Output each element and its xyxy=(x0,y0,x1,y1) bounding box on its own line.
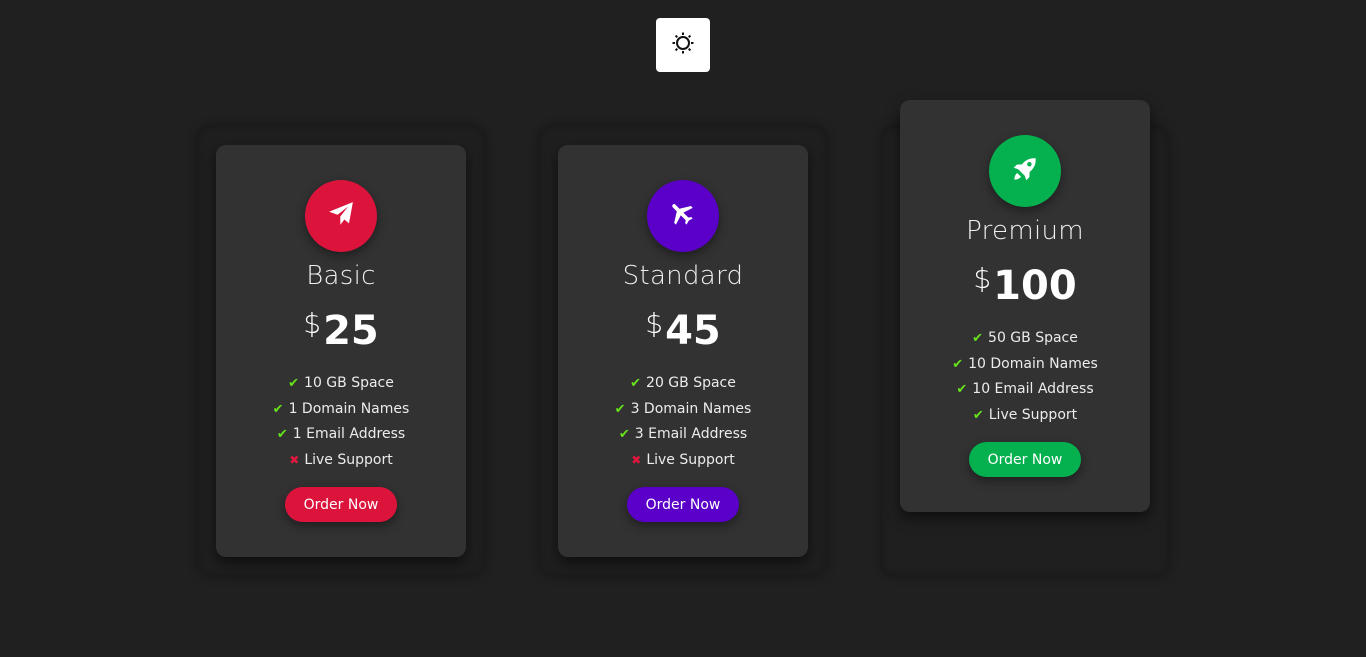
feature-list: ✔ 50 GB Space ✔ 10 Domain Names ✔ 10 Email … xyxy=(900,326,1150,428)
feature-label: 1 Email Address xyxy=(292,426,406,442)
feature-list: ✔ 10 GB Space ✔ 1 Domain Names ✔ 1 Email Ad… xyxy=(216,371,466,473)
check-icon: ✔ xyxy=(956,382,968,397)
plan-price: $ 100 xyxy=(900,258,1150,314)
feature-label: 1 Domain Names xyxy=(288,400,410,417)
feature-item: ✖ Live Support xyxy=(558,448,808,474)
plan-card-standard: Standard $ 45 ✔ 20 GB Space ✔ 3 Domain Nam… xyxy=(558,145,808,557)
feature-list: ✔ 20 GB Space ✔ 3 Domain Names ✔ 3 Email Ad… xyxy=(558,371,808,473)
plan-price: $ 25 xyxy=(216,303,466,359)
feature-item: ✔ 10 Domain Names xyxy=(900,352,1150,378)
feature-item: ✔ 10 Email Address xyxy=(900,377,1150,403)
plan-card-basic: Basic $ 25 ✔ 10 GB Space ✔ 1 Domain Names … xyxy=(216,145,466,557)
feature-label: 3 Email Address xyxy=(634,426,748,442)
paper-plane-icon xyxy=(326,199,356,233)
rocket-icon xyxy=(1010,154,1040,188)
feature-label: 3 Domain Names xyxy=(630,400,752,417)
plan-basic-frame: Basic $ 25 ✔ 10 GB Space ✔ 1 Domain Names … xyxy=(197,126,485,576)
check-icon: ✔ xyxy=(288,376,300,391)
cross-icon: ✖ xyxy=(631,452,642,467)
plan-icon-badge xyxy=(305,180,377,252)
check-icon: ✔ xyxy=(972,331,984,346)
theme-toggle-button[interactable] xyxy=(656,18,710,72)
check-icon: ✔ xyxy=(618,427,630,442)
plan-price: $ 45 xyxy=(558,303,808,359)
plan-icon-badge xyxy=(647,180,719,252)
feature-item: ✖ Live Support xyxy=(216,448,466,474)
order-now-button-standard[interactable]: Order Now xyxy=(627,487,739,522)
feature-item: ✔ 20 GB Space xyxy=(558,371,808,397)
feature-item: ✔ 3 Domain Names xyxy=(558,397,808,423)
feature-label: 10 Domain Names xyxy=(968,355,1098,372)
currency-symbol: $ xyxy=(973,262,992,295)
feature-label: 50 GB Space xyxy=(988,330,1078,346)
price-amount: 25 xyxy=(323,308,379,354)
plan-premium-frame: Premium $ 100 ✔ 50 GB Space ✔ 10 Domain Na… xyxy=(881,100,1169,576)
feature-label: 10 Email Address xyxy=(972,381,1094,397)
plan-name: Basic xyxy=(306,261,376,291)
currency-symbol: $ xyxy=(303,307,322,340)
feature-label: 10 GB Space xyxy=(304,375,394,391)
order-now-button-premium[interactable]: Order Now xyxy=(969,442,1081,477)
check-icon: ✔ xyxy=(272,401,284,417)
check-icon: ✔ xyxy=(972,407,984,423)
feature-item: ✔ 10 GB Space xyxy=(216,371,466,397)
feature-item: ✔ Live Support xyxy=(900,403,1150,429)
plan-icon-badge xyxy=(989,135,1061,207)
feature-item: ✔ 1 Domain Names xyxy=(216,397,466,423)
cross-icon: ✖ xyxy=(289,452,300,467)
check-icon: ✔ xyxy=(276,427,288,442)
price-amount: 45 xyxy=(665,308,721,354)
feature-label: 20 GB Space xyxy=(646,375,736,391)
price-amount: 100 xyxy=(993,263,1077,309)
airplane-icon xyxy=(668,199,698,233)
feature-label: Live Support xyxy=(304,451,393,468)
feature-item: ✔ 1 Email Address xyxy=(216,422,466,448)
check-icon: ✔ xyxy=(952,356,964,372)
sun-icon xyxy=(671,31,695,59)
plan-name: Premium xyxy=(966,216,1084,246)
plan-name: Standard xyxy=(622,261,744,291)
currency-symbol: $ xyxy=(645,307,664,340)
feature-label: Live Support xyxy=(988,406,1078,423)
feature-item: ✔ 50 GB Space xyxy=(900,326,1150,352)
plan-card-premium: Premium $ 100 ✔ 50 GB Space ✔ 10 Domain Na… xyxy=(900,100,1150,512)
feature-item: ✔ 3 Email Address xyxy=(558,422,808,448)
feature-label: Live Support xyxy=(646,451,735,468)
order-now-button-basic[interactable]: Order Now xyxy=(285,487,397,522)
check-icon: ✔ xyxy=(630,376,642,391)
plan-standard-frame: Standard $ 45 ✔ 20 GB Space ✔ 3 Domain Nam… xyxy=(539,126,827,576)
check-icon: ✔ xyxy=(614,401,626,417)
